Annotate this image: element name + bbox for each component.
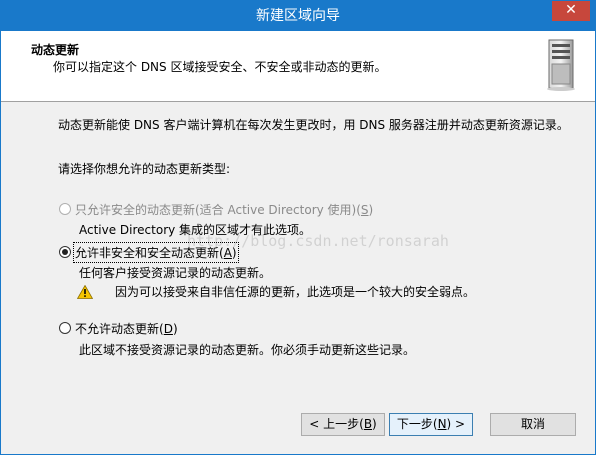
radio-secure-only[interactable] [59,203,71,215]
next-button[interactable]: 下一步(N) > [389,413,473,436]
title-bar[interactable]: 新建区域向导 ✕ [1,1,595,31]
page-description: 你可以指定这个 DNS 区域接受安全、不安全或非动态的更新。 [53,60,387,74]
radio-no-dynamic[interactable] [59,322,71,334]
option-no-dynamic-label[interactable]: 不允许动态更新(D) [75,320,178,337]
option-no-dynamic-desc: 此区域不接受资源记录的动态更新。你必须手动更新这些记录。 [79,343,416,357]
intro-text: 动态更新能使 DNS 客户端计算机在每次发生更改时，用 DNS 服务器注册并动态… [58,118,569,132]
option-allow-nonsecure-label[interactable]: 允许非安全和安全动态更新(A) [73,242,239,263]
close-button[interactable]: ✕ [552,1,590,21]
warning-text: 因为可以接受来自非信任源的更新，此选项是一个较大的安全弱点。 [115,285,476,299]
option-secure-only-label[interactable]: 只允许安全的动态更新(适合 Active Directory 使用)(S) [75,201,373,218]
close-icon: ✕ [565,2,577,18]
option-allow-nonsecure-desc: 任何客户接受资源记录的动态更新。 [79,266,272,280]
option-secure-only-desc: Active Directory 集成的区域才有此选项。 [79,223,312,237]
cancel-button[interactable]: 取消 [490,413,576,436]
wizard-window: 新建区域向导 ✕ 动态更新 你可以指定这个 DNS 区域接受安全、不安全或非动态… [0,0,596,455]
radio-allow-nonsecure[interactable] [59,246,71,258]
server-icon [547,39,575,91]
warning-icon [77,285,93,299]
prompt-text: 请选择你想允许的动态更新类型: [58,162,231,176]
wizard-content: http://blog.csdn.net/ronsarah 动态更新能使 DNS… [1,102,595,454]
window-title: 新建区域向导 [256,8,340,24]
back-button[interactable]: < 上一步(B) [301,413,385,436]
page-title: 动态更新 [31,43,80,57]
wizard-header: 动态更新 你可以指定这个 DNS 区域接受安全、不安全或非动态的更新。 [1,31,595,102]
